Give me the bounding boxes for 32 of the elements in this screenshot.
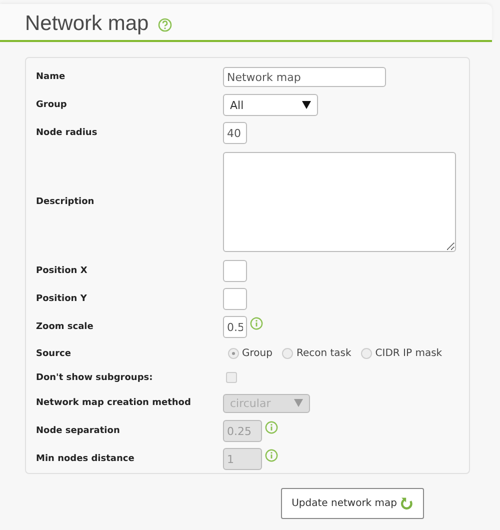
- refresh-icon: [400, 497, 413, 510]
- text-area[interactable]: [223, 152, 456, 252]
- checkbox[interactable]: [226, 372, 237, 383]
- radio-button[interactable]: [228, 348, 239, 359]
- field-label: Position X: [36, 266, 88, 276]
- field-label: Min nodes distance: [36, 454, 136, 464]
- field-label: Node radius: [36, 128, 98, 138]
- field-label: Network map creation method: [36, 398, 192, 408]
- input-field[interactable]: [223, 288, 247, 310]
- field-label: Description: [36, 197, 96, 207]
- help-icon[interactable]: [158, 18, 172, 32]
- field-label: Source: [36, 348, 72, 358]
- field-label: Node separation: [36, 426, 121, 436]
- input-field[interactable]: [223, 260, 247, 282]
- field-label: Group: [36, 100, 68, 110]
- radio-label[interactable]: Recon task: [296, 348, 352, 359]
- info-icon[interactable]: [250, 316, 263, 330]
- radio-label[interactable]: Group: [242, 348, 272, 359]
- radio-label[interactable]: CIDR IP mask: [375, 348, 442, 359]
- caret-icon: [294, 399, 303, 407]
- input-field[interactable]: Network map: [223, 67, 386, 87]
- radio-button[interactable]: [361, 348, 372, 359]
- field-label: Position Y: [36, 294, 88, 304]
- page-title: Network map: [25, 12, 149, 36]
- field-label: Don't show subgroups:: [36, 372, 154, 382]
- radio-button[interactable]: [282, 348, 294, 359]
- field-label: Zoom scale: [36, 322, 94, 332]
- input-field[interactable]: 40: [223, 122, 247, 144]
- update-button[interactable]: Update network map: [280, 488, 424, 519]
- field-label: Name: [36, 72, 66, 82]
- caret-icon: [302, 101, 311, 109]
- dropdown[interactable]: All: [223, 94, 318, 116]
